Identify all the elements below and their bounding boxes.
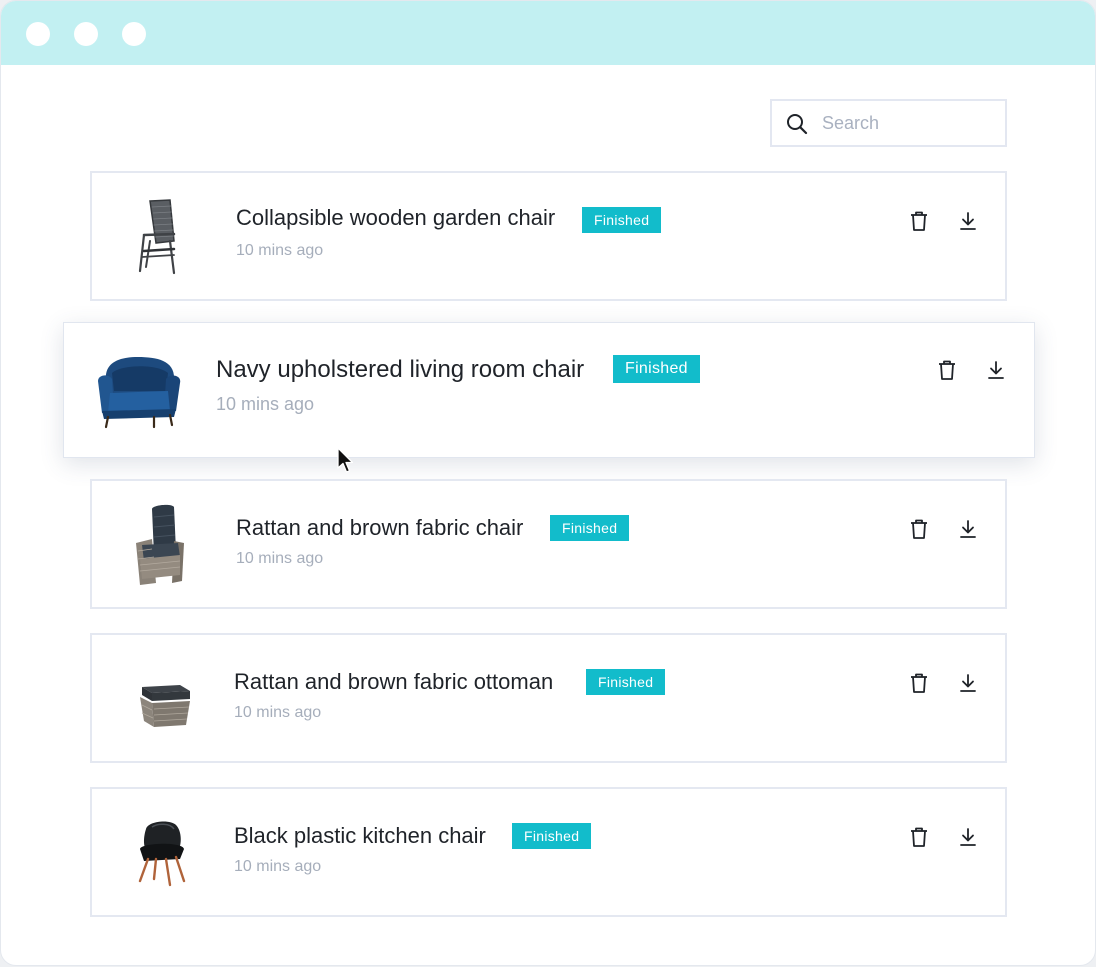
- item-timestamp: 10 mins ago: [236, 242, 324, 259]
- item-title: Rattan and brown fabric ottoman: [234, 669, 554, 694]
- status-badge: Finished: [512, 823, 592, 849]
- list-item[interactable]: Rattan and brown fabric chair Finished 1…: [90, 479, 1007, 609]
- item-title: Collapsible wooden garden chair: [236, 205, 556, 230]
- item-timestamp: 10 mins ago: [236, 550, 324, 567]
- trash-icon[interactable]: [935, 358, 959, 382]
- status-badge: Finished: [550, 515, 630, 541]
- trash-icon[interactable]: [907, 671, 931, 695]
- item-title: Black plastic kitchen chair: [234, 823, 486, 848]
- window-titlebar: [1, 1, 1095, 65]
- trash-icon[interactable]: [907, 517, 931, 541]
- window-control-dot-3[interactable]: [122, 22, 146, 46]
- app-window: Collapsible wooden garden chair Finished…: [0, 0, 1096, 966]
- status-badge: Finished: [582, 207, 662, 233]
- window-control-dot-1[interactable]: [26, 22, 50, 46]
- rattan-reclining-chair-thumbnail: [130, 503, 190, 587]
- navy-armchair-thumbnail: [94, 351, 184, 429]
- search-input[interactable]: [822, 109, 992, 137]
- item-timestamp: 10 mins ago: [234, 858, 322, 875]
- trash-icon[interactable]: [907, 209, 931, 233]
- rattan-ottoman-thumbnail: [134, 675, 194, 731]
- mouse-cursor-icon: [336, 447, 356, 475]
- status-badge: Finished: [613, 355, 700, 383]
- download-icon[interactable]: [956, 825, 980, 849]
- download-icon[interactable]: [956, 517, 980, 541]
- item-title: Rattan and brown fabric chair: [236, 515, 524, 540]
- status-badge: Finished: [586, 669, 666, 695]
- search-box[interactable]: [770, 99, 1007, 147]
- folding-garden-chair-thumbnail: [130, 197, 190, 277]
- list-item[interactable]: Navy upholstered living room chair Finis…: [63, 322, 1035, 458]
- black-shell-chair-thumbnail: [132, 819, 196, 889]
- trash-icon[interactable]: [907, 825, 931, 849]
- list-item[interactable]: Black plastic kitchen chair Finished 10 …: [90, 787, 1007, 917]
- item-timestamp: 10 mins ago: [216, 394, 315, 414]
- download-icon[interactable]: [984, 358, 1008, 382]
- download-icon[interactable]: [956, 671, 980, 695]
- window-control-dot-2[interactable]: [74, 22, 98, 46]
- item-timestamp: 10 mins ago: [234, 704, 322, 721]
- search-icon: [786, 113, 808, 135]
- download-icon[interactable]: [956, 209, 980, 233]
- list-item[interactable]: Collapsible wooden garden chair Finished…: [90, 171, 1007, 301]
- list-item[interactable]: Rattan and brown fabric ottoman Finished…: [90, 633, 1007, 763]
- item-title: Navy upholstered living room chair: [216, 356, 585, 383]
